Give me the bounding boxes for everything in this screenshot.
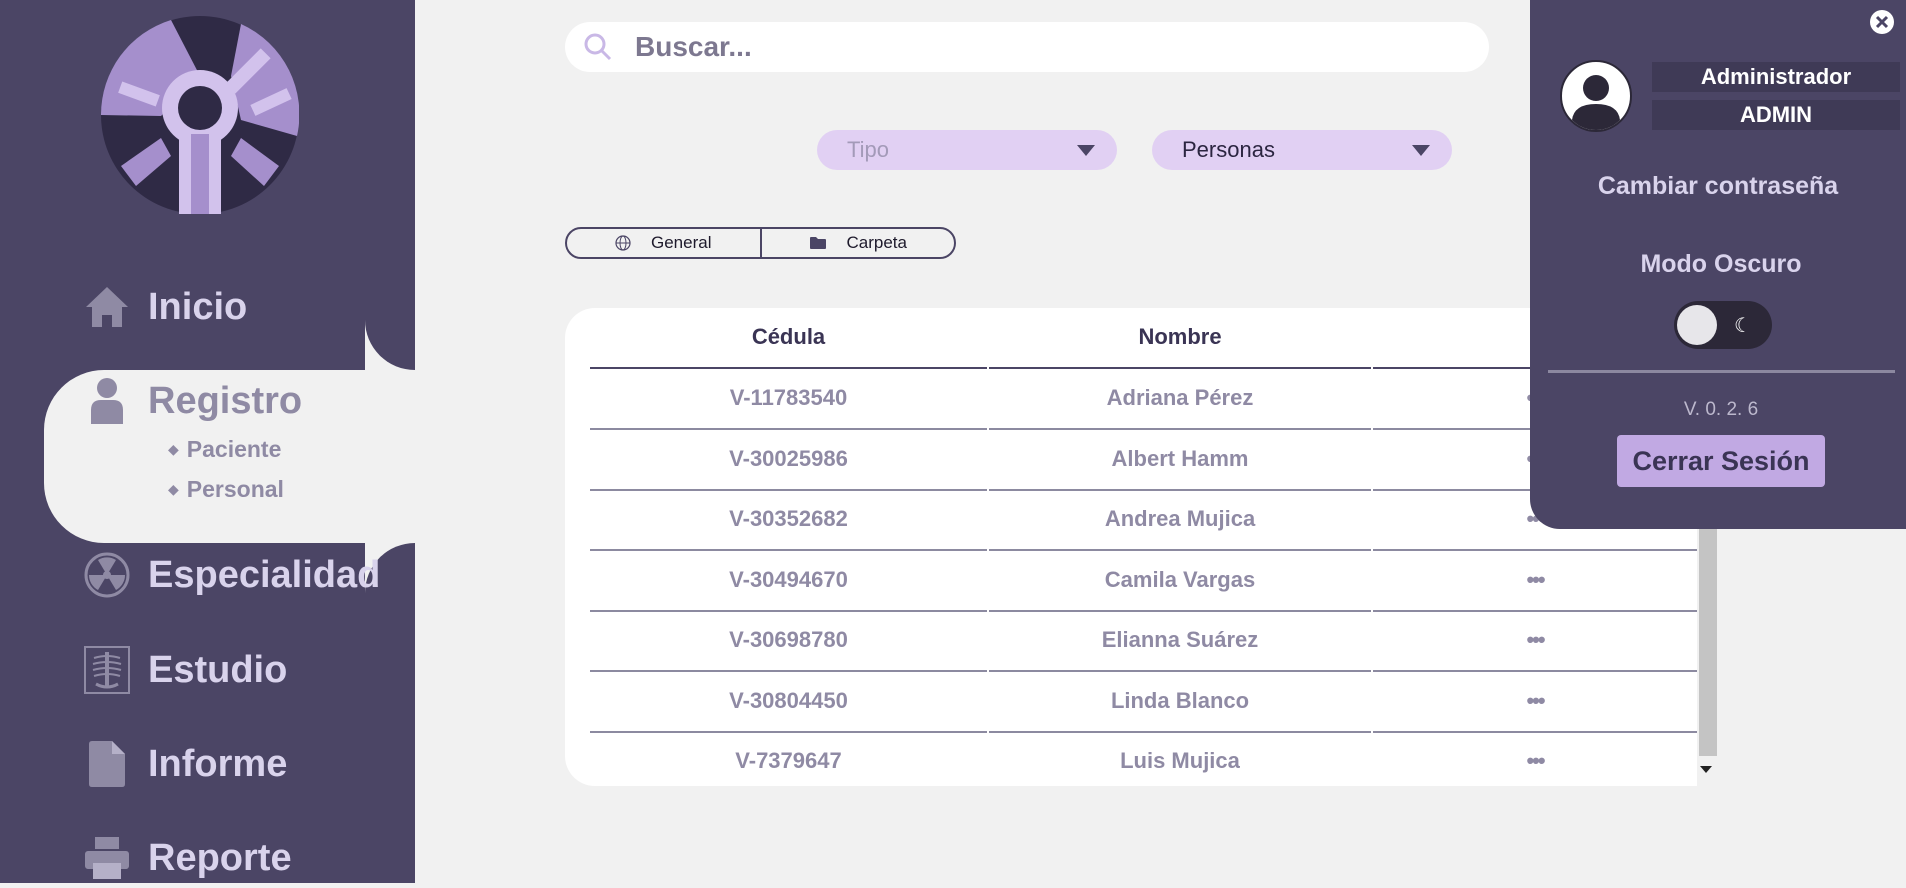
version-label: V. 0. 2. 6 bbox=[1683, 399, 1759, 420]
table-row[interactable]: V-30804450 Linda Blanco ••• bbox=[590, 672, 1697, 733]
nav-sub-paciente[interactable]: ◆ Paciente bbox=[168, 436, 281, 463]
more-options-button[interactable]: ••• bbox=[1373, 551, 1697, 609]
cell-cedula: V-30494670 bbox=[729, 566, 848, 592]
diamond-icon: ◆ bbox=[168, 481, 179, 497]
search-bar[interactable] bbox=[565, 22, 1489, 72]
more-options-button[interactable]: ••• bbox=[1373, 611, 1697, 669]
moon-icon: ☾ bbox=[1734, 315, 1752, 337]
search-input[interactable] bbox=[633, 30, 1437, 64]
nav-label: Especialidad bbox=[148, 553, 381, 596]
cell-cedula: V-30352682 bbox=[729, 506, 848, 531]
close-icon bbox=[1875, 15, 1889, 29]
nav-label: Reporte bbox=[148, 836, 292, 879]
username: ADMIN bbox=[1652, 100, 1900, 130]
column-header-cedula[interactable]: Cédula bbox=[590, 324, 987, 350]
scroll-down-arrow-icon[interactable] bbox=[1700, 766, 1712, 773]
cell-cedula: V-11783540 bbox=[729, 385, 848, 410]
close-button[interactable] bbox=[1870, 10, 1894, 34]
cell-cedula: V-30025986 bbox=[729, 445, 848, 471]
column-header-nombre[interactable]: Nombre bbox=[989, 324, 1371, 350]
nav-label: Estudio bbox=[148, 648, 288, 691]
nav-label: Informe bbox=[148, 742, 288, 785]
nav-estudio[interactable]: Estudio bbox=[82, 640, 287, 700]
printer-icon bbox=[82, 833, 132, 883]
segment-general[interactable]: General bbox=[567, 229, 760, 257]
chevron-down-icon bbox=[1412, 144, 1430, 156]
tipo-dropdown[interactable]: Tipo bbox=[817, 130, 1117, 170]
personas-dropdown-value: Personas bbox=[1182, 137, 1275, 162]
search-icon bbox=[583, 32, 613, 62]
nav-registro[interactable]: Registro bbox=[82, 371, 302, 431]
logo bbox=[101, 16, 299, 214]
more-options-button[interactable]: ••• bbox=[1373, 672, 1697, 730]
cell-cedula: V-30698780 bbox=[729, 627, 848, 652]
dark-mode-toggle[interactable]: ☾ bbox=[1674, 301, 1772, 349]
cell-nombre: Linda Blanco bbox=[1110, 687, 1250, 713]
user-role: Administrador bbox=[1652, 62, 1900, 92]
sidebar: Inicio Registro ◆ Paciente ◆ Personal Es… bbox=[0, 0, 415, 883]
folder-icon bbox=[809, 236, 827, 250]
more-options-button[interactable]: ••• bbox=[1373, 732, 1697, 786]
nav-especialidad[interactable]: Especialidad bbox=[82, 545, 380, 605]
cell-nombre: Andrea Mujica bbox=[1104, 506, 1256, 531]
cell-nombre: Camila Vargas bbox=[1104, 566, 1256, 592]
table-row[interactable]: V-30698780 Elianna Suárez ••• bbox=[590, 611, 1697, 672]
nav-inicio[interactable]: Inicio bbox=[82, 277, 247, 337]
segment-carpeta[interactable]: Carpeta bbox=[759, 229, 955, 257]
nav-reporte[interactable]: Reporte bbox=[82, 828, 292, 888]
nav-label: Inicio bbox=[148, 285, 248, 328]
nav-label: Registro bbox=[148, 379, 303, 422]
logout-button[interactable]: Cerrar Sesión bbox=[1617, 435, 1825, 487]
globe-icon bbox=[615, 235, 631, 251]
segment-label: Carpeta bbox=[846, 233, 907, 252]
cell-nombre: Luis Mujica bbox=[1120, 748, 1240, 773]
toggle-knob bbox=[1677, 305, 1717, 345]
person-icon bbox=[82, 376, 132, 426]
table-row[interactable]: V-30494670 Camila Vargas ••• bbox=[590, 551, 1697, 612]
home-icon bbox=[82, 282, 132, 332]
view-toggle: General Carpeta bbox=[565, 227, 956, 259]
radiation-icon bbox=[82, 550, 132, 600]
personas-dropdown[interactable]: Personas bbox=[1152, 130, 1452, 170]
diamond-icon: ◆ bbox=[168, 441, 179, 457]
xray-icon bbox=[82, 645, 132, 695]
document-icon bbox=[82, 739, 132, 789]
cell-cedula: V-7379647 bbox=[735, 748, 842, 773]
nav-sub-personal[interactable]: ◆ Personal bbox=[168, 476, 284, 503]
cell-cedula: V-30804450 bbox=[729, 687, 848, 713]
avatar bbox=[1560, 60, 1632, 132]
table-row[interactable]: V-7379647 Luis Mujica ••• bbox=[590, 732, 1697, 786]
sub-label: Paciente bbox=[186, 436, 282, 462]
chevron-down-icon bbox=[1077, 144, 1095, 156]
cell-nombre: Elianna Suárez bbox=[1101, 627, 1259, 652]
segment-label: General bbox=[651, 233, 712, 252]
dark-mode-label: Modo Oscuro bbox=[1640, 250, 1802, 278]
results-table: Cédula Nombre V-11783540 Adriana Pérez •••… bbox=[565, 308, 1697, 786]
change-password-link[interactable]: Cambiar contraseña bbox=[1530, 172, 1906, 201]
scrollbar-thumb[interactable] bbox=[1699, 512, 1717, 756]
divider bbox=[1548, 370, 1895, 373]
cell-nombre: Adriana Pérez bbox=[1106, 385, 1254, 410]
tipo-dropdown-value: Tipo bbox=[847, 137, 889, 162]
nav-informe[interactable]: Informe bbox=[82, 734, 287, 794]
cell-nombre: Albert Hamm bbox=[1111, 445, 1249, 471]
sub-label: Personal bbox=[186, 476, 284, 502]
